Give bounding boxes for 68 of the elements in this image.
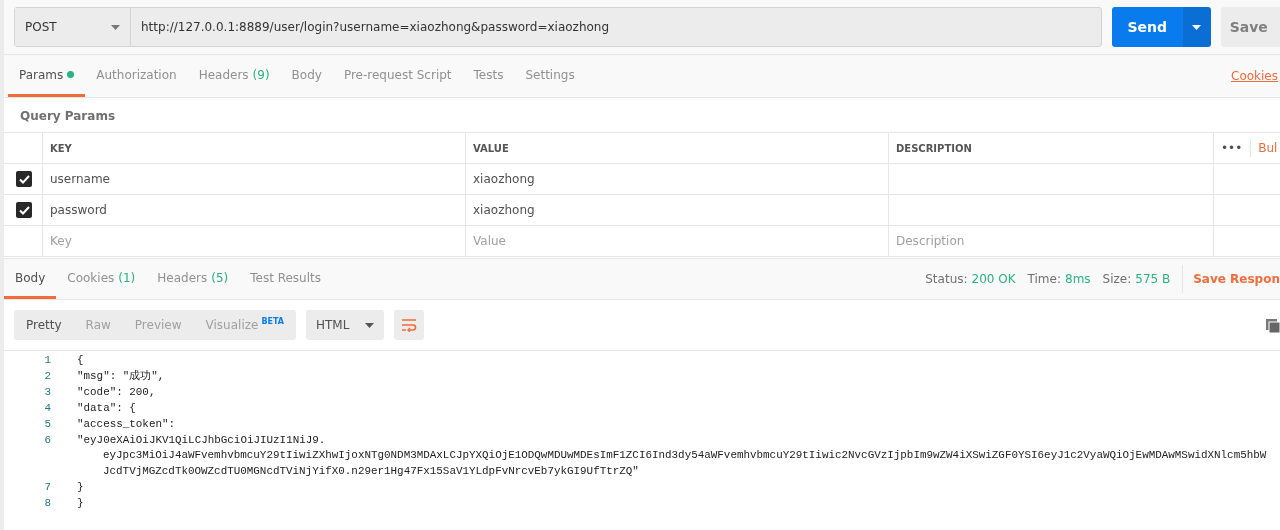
line-number: 3	[44, 385, 51, 398]
column-header: DESCRIPTION	[896, 141, 972, 156]
url-bar: POST http://127.0.0.1:8889/user/login?username=xiaozhong&password=xiaozhong	[14, 7, 1102, 47]
value-field[interactable]: Value	[473, 232, 506, 250]
line-number: 2	[44, 369, 51, 382]
wrap-lines-icon	[401, 318, 417, 332]
save-button[interactable]: Save	[1220, 7, 1280, 47]
stat-label: Time:	[1027, 271, 1061, 288]
code-text: "code": 200,	[77, 384, 156, 400]
request-tab[interactable]: Authorization	[85, 55, 188, 97]
code-text: "msg": "成功",	[77, 368, 165, 384]
response-tab[interactable]: Headers (5)	[146, 259, 240, 299]
caret-icon	[111, 24, 120, 30]
status-dot	[67, 71, 75, 78]
code-text: "access_token":	[77, 416, 176, 432]
key-field[interactable]: Key	[50, 232, 72, 250]
line-number: 8	[44, 497, 51, 510]
response-tab[interactable]: Test Results	[239, 259, 332, 299]
code-text: "eyJ0eXAiOiJKV1QiLCJhbGciOiJIUzI1NiJ9.	[77, 432, 326, 448]
stat-label: Status:	[925, 271, 968, 288]
checkbox[interactable]	[16, 202, 32, 218]
line-number: 1	[44, 354, 51, 366]
more-button[interactable]: •••	[1221, 139, 1243, 157]
format-dropdown[interactable]: HTML	[306, 310, 384, 340]
stat-value: 8ms	[1065, 271, 1091, 288]
request-tab[interactable]: Pre-request Script	[332, 55, 463, 97]
param-value: xiaozhong	[473, 202, 535, 219]
response-tab[interactable]: Cookies (1)	[56, 259, 147, 299]
request-tab[interactable]: Params	[8, 55, 86, 97]
line-number: 4	[44, 401, 51, 414]
checkbox[interactable]	[16, 171, 32, 187]
param-value: xiaozhong	[473, 171, 535, 188]
request-tab[interactable]: Headers (9)	[187, 55, 281, 97]
copy-icon[interactable]	[1266, 318, 1280, 333]
code-text: "data": {	[77, 400, 136, 416]
param-key: username	[50, 170, 110, 188]
line-number: 7	[44, 481, 51, 494]
line-number: 5	[44, 417, 51, 430]
send-button[interactable]: Send	[1111, 7, 1183, 47]
param-key: password	[50, 201, 107, 219]
stat-label: Size:	[1102, 271, 1132, 288]
column-header: KEY	[50, 141, 72, 156]
view-mode-tab[interactable]: Pretty	[14, 310, 74, 340]
stat-value: 575 B	[1135, 271, 1171, 288]
code-text: JcdTVjMGZcdTk0OWZcdTU0MGNcdTViNjYifX0.n29er1Hg47Fx15SaV1YLdpFvNrcvEb7ykGI9UfTtrZQ"	[102, 464, 639, 480]
line-number: 6	[44, 433, 51, 446]
caret-icon	[1192, 24, 1202, 30]
method-dropdown[interactable]: POST	[15, 8, 131, 46]
send-options-button[interactable]	[1182, 7, 1211, 47]
view-mode-tab[interactable]: Visualize BETA	[193, 310, 296, 340]
stat-value: 200 OK	[971, 271, 1016, 288]
code-text: eyJpc3MiOiJ4aWFvemhvbmcuY29tIiwiZXhwIjoxNTg0NDM3MDAxLCJpYXQiOjE1ODQwMDUwMDEsImF1ZCI6Ind3dy54aWFvemhvbmcuY29tIiwic2NvcGVzIjpbIm9wZW4iXSwiZGF0YSI6eyJ1c2VyaWQiOjEwMDAwMSwidXNlcm5hbW	[102, 448, 1267, 464]
bulk-edit-link[interactable]: Bul	[1250, 139, 1278, 157]
request-tab[interactable]: Tests	[462, 55, 515, 97]
code-text: }	[77, 496, 84, 512]
save-response-link[interactable]: Save Respon	[1193, 270, 1280, 288]
request-tab[interactable]: Body	[280, 55, 333, 97]
caret-icon	[365, 322, 374, 328]
request-tab[interactable]: Settings	[514, 55, 586, 97]
view-mode-tab[interactable]: Preview	[122, 310, 194, 340]
response-tab[interactable]: Body	[4, 259, 57, 299]
description-field[interactable]: Description	[896, 232, 965, 250]
view-mode-tab[interactable]: Raw	[73, 310, 123, 340]
cookies-link[interactable]: Cookies	[1231, 55, 1280, 97]
code-text: }	[77, 480, 84, 496]
column-header: VALUE	[473, 141, 509, 156]
code-text: {	[77, 353, 84, 368]
section-title: Query Params	[19, 108, 117, 125]
